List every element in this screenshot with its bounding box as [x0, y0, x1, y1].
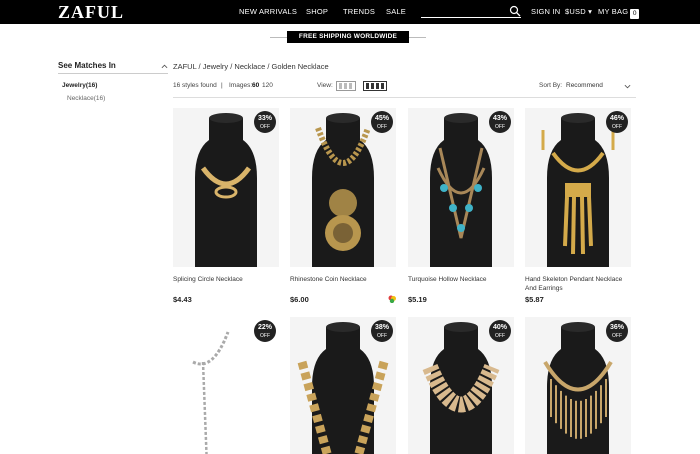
top-header-bar: ZAFUL NEW ARRIVALS SHOP TRENDS SALE SIGN… — [0, 0, 700, 24]
product-price: $5.87 — [525, 295, 544, 304]
discount-off-label: OFF — [612, 124, 622, 130]
discount-value: 43% — [492, 115, 507, 122]
discount-value: 36% — [609, 324, 624, 331]
nav-trends[interactable]: TRENDS — [343, 7, 375, 16]
search-icon[interactable] — [509, 5, 521, 17]
product-name[interactable]: Turquoise Hollow Necklace — [408, 275, 518, 284]
discount-off-label: OFF — [377, 124, 387, 130]
images-120-option[interactable]: 120 — [262, 82, 273, 89]
discount-off-label: OFF — [612, 333, 622, 339]
product-image[interactable]: 40% OFF — [408, 317, 514, 454]
discount-badge: 40% OFF — [489, 320, 511, 342]
currency-label: $USD — [565, 7, 586, 16]
discount-value: 22% — [257, 324, 272, 331]
view-label: View: — [317, 82, 333, 89]
discount-badge: 22% OFF — [254, 320, 276, 342]
discount-off-label: OFF — [260, 124, 270, 130]
discount-badge: 43% OFF — [489, 111, 511, 133]
discount-value: 45% — [374, 115, 389, 122]
view-grid-4-button[interactable] — [363, 81, 387, 91]
discount-badge: 38% OFF — [371, 320, 393, 342]
sort-select[interactable]: Recommend — [566, 82, 603, 89]
product-price: $5.19 — [408, 295, 427, 304]
product-image[interactable]: 33% OFF — [173, 108, 279, 267]
chevron-up-icon[interactable] — [161, 63, 168, 70]
product-name[interactable]: Rhinestone Coin Necklace — [290, 275, 400, 284]
currency-select[interactable]: $USD ▾ — [565, 7, 592, 16]
product-image[interactable]: 22% OFF — [173, 317, 279, 454]
toolbar-separator: | — [221, 82, 223, 89]
product-name[interactable]: Splicing Circle Necklace — [173, 275, 283, 284]
sidebar-title: See Matches In — [58, 61, 116, 70]
product-image[interactable]: 38% OFF — [290, 317, 396, 454]
bag-label: MY BAG — [598, 7, 629, 16]
color-swatch-icon[interactable] — [388, 295, 396, 303]
chevron-down-icon[interactable] — [624, 83, 631, 90]
chevron-down-icon: ▾ — [588, 7, 593, 16]
discount-badge: 46% OFF — [606, 111, 628, 133]
banner-rule-left — [270, 37, 287, 38]
discount-value: 40% — [492, 324, 507, 331]
discount-value: 33% — [257, 115, 272, 122]
discount-value: 46% — [609, 115, 624, 122]
product-image[interactable]: 43% OFF — [408, 108, 514, 267]
my-bag-link[interactable]: MY BAG 0 — [598, 7, 640, 19]
sort-label: Sort By: — [539, 82, 563, 89]
product-price: $6.00 — [290, 295, 309, 304]
search-input[interactable] — [421, 5, 521, 18]
images-60-option[interactable]: 60 — [252, 82, 259, 89]
sign-in-link[interactable]: SIGN IN — [531, 7, 560, 16]
product-image[interactable]: 45% OFF — [290, 108, 396, 267]
banner-rule-right — [409, 37, 426, 38]
discount-off-label: OFF — [495, 124, 505, 130]
discount-off-label: OFF — [260, 333, 270, 339]
discount-badge: 33% OFF — [254, 111, 276, 133]
discount-off-label: OFF — [377, 333, 387, 339]
discount-badge: 36% OFF — [606, 320, 628, 342]
styles-found-count: 16 styles found — [173, 82, 217, 89]
images-label: Images: — [229, 82, 253, 89]
product-image[interactable]: 46% OFF — [525, 108, 631, 267]
sidebar-item-necklace[interactable]: Necklace(16) — [67, 95, 105, 102]
bag-icon: 0 — [630, 9, 640, 19]
product-price: $4.43 — [173, 295, 192, 304]
product-name[interactable]: Hand Skeleton Pendant Necklace And Earri… — [525, 275, 635, 293]
nav-sale[interactable]: SALE — [386, 7, 406, 16]
zaful-logo[interactable]: ZAFUL — [58, 2, 124, 23]
view-grid-3-button[interactable] — [336, 81, 356, 91]
nav-new-arrivals[interactable]: NEW ARRIVALS — [239, 7, 297, 16]
discount-off-label: OFF — [495, 333, 505, 339]
sidebar-divider — [58, 73, 168, 74]
nav-shop[interactable]: SHOP — [306, 7, 328, 16]
discount-value: 38% — [374, 324, 389, 331]
discount-badge: 45% OFF — [371, 111, 393, 133]
breadcrumb[interactable]: ZAFUL / Jewelry / Necklace / Golden Neck… — [173, 62, 329, 71]
free-shipping-banner[interactable]: FREE SHIPPING WORLDWIDE — [287, 31, 409, 43]
toolbar-divider — [173, 97, 636, 98]
sidebar-item-jewelry[interactable]: Jewelry(16) — [62, 82, 97, 89]
product-image[interactable]: 36% OFF — [525, 317, 631, 454]
